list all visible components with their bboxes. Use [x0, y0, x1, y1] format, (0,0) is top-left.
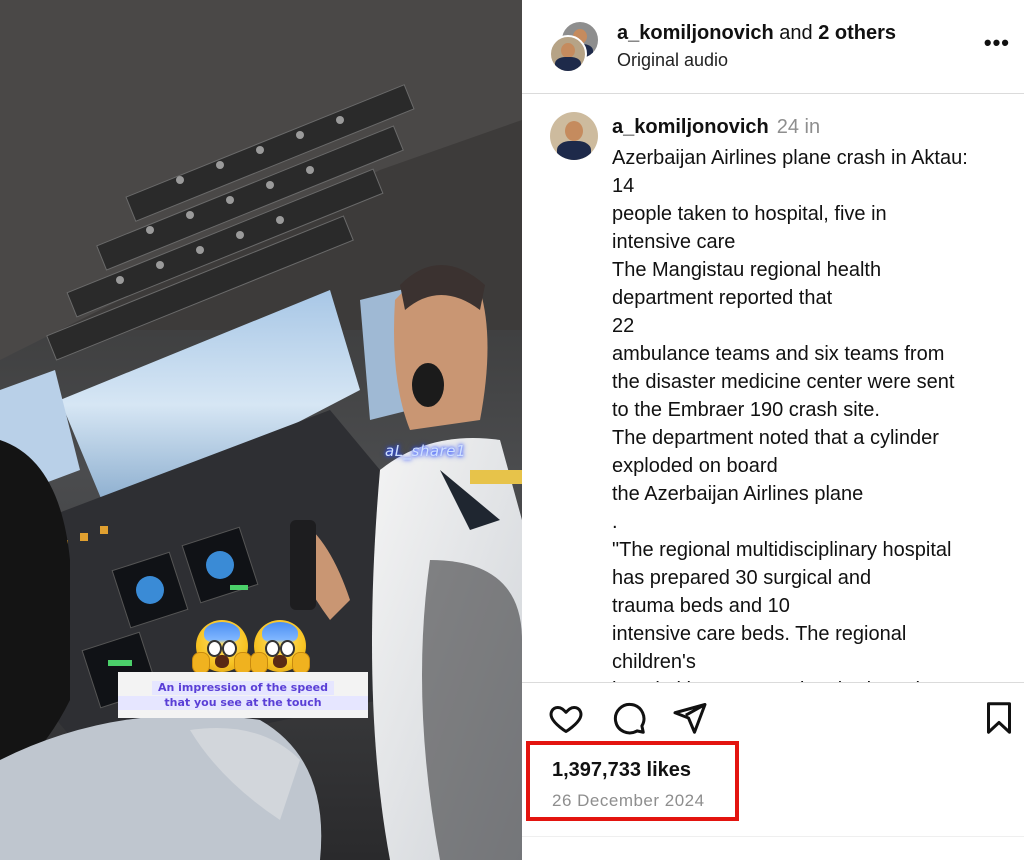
post-media[interactable]: aL_share1 An impression of the speed tha… [0, 0, 522, 860]
post-panel: a_komiljonovich and 2 others Original au… [522, 0, 1024, 865]
and-text: and [773, 22, 819, 44]
post-header: a_komiljonovich and 2 others Original au… [522, 0, 1024, 94]
emoji-overlay [192, 620, 310, 674]
avatar[interactable] [550, 112, 598, 160]
screaming-face-icon [192, 620, 252, 674]
others-link[interactable]: 2 others [818, 22, 896, 44]
bookmark-icon[interactable] [981, 700, 1017, 736]
share-icon[interactable] [672, 700, 708, 736]
caption-line-1: An impression of the speed [151, 681, 335, 695]
screaming-face-icon [250, 620, 310, 674]
action-bar [522, 690, 1024, 742]
more-options-icon[interactable]: ••• [984, 30, 1010, 56]
caption-text: Azerbaijan Airlines plane crash in Aktau… [612, 147, 968, 682]
video-caption: An impression of the speed that you see … [118, 672, 368, 718]
likes-count[interactable]: 1,397,733 likes [552, 759, 691, 782]
comment-icon[interactable] [611, 700, 647, 736]
cockpit-illustration [0, 0, 522, 860]
likes-highlight-box: 1,397,733 likes 26 December 2024 [526, 741, 739, 821]
caption-line-2: that you see at the touch [118, 696, 368, 710]
heart-icon[interactable] [548, 700, 584, 736]
caption-time: 24 in [776, 116, 821, 138]
video-watermark: aL_share1 [385, 442, 467, 460]
header-username[interactable]: a_komiljonovich [617, 22, 774, 44]
caption-section[interactable]: a_komiljonovich 24 in Azerbaijan Airlines… [522, 94, 1024, 683]
divider [522, 836, 1024, 837]
post-date: 26 December 2024 [552, 791, 705, 810]
caption-username[interactable]: a_komiljonovich [612, 116, 769, 138]
original-audio-link[interactable]: Original audio [617, 50, 728, 71]
caption-header: a_komiljonovich 24 in [612, 116, 820, 139]
avatar[interactable] [549, 35, 587, 73]
collaborators[interactable]: a_komiljonovich and 2 others [617, 22, 896, 45]
